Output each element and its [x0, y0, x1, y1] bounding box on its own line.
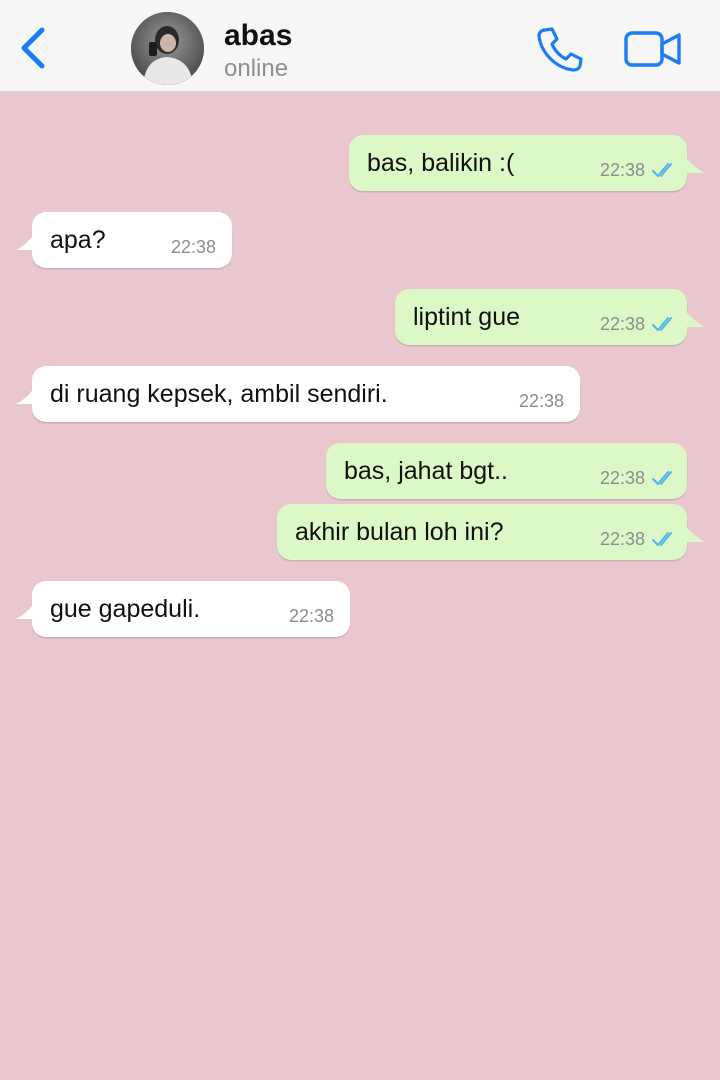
bubble-tail	[685, 311, 705, 327]
message-text: gue gapeduli.	[50, 595, 201, 623]
back-button[interactable]	[14, 24, 54, 72]
message-bubble-incoming[interactable]: apa? 22:38	[16, 212, 232, 268]
bubble-tail	[16, 388, 34, 404]
message-time: 22:38	[170, 237, 216, 257]
message-bubble-incoming[interactable]: gue gapeduli. 22:38	[16, 581, 350, 637]
message-text: di ruang kepsek, ambil sendiri.	[50, 380, 388, 408]
video-camera-icon	[624, 31, 681, 67]
avatar[interactable]	[131, 12, 204, 85]
bubble-tail	[16, 234, 34, 250]
read-receipt-icon	[652, 471, 672, 485]
read-receipt-icon	[652, 532, 672, 546]
bubble-tail	[685, 157, 705, 173]
video-call-button[interactable]	[624, 30, 682, 68]
message-time: 22:38	[599, 529, 645, 549]
message-time: 22:38	[599, 314, 645, 334]
chevron-left-icon	[21, 27, 45, 69]
message-text: apa?	[50, 226, 106, 254]
contact-status: online	[224, 55, 289, 82]
bubble-tail	[16, 603, 34, 619]
message-text: akhir bulan loh ini?	[295, 518, 504, 546]
bubble-tail	[685, 526, 705, 542]
contact-name[interactable]: abas	[224, 18, 292, 54]
message-bubble-incoming[interactable]: di ruang kepsek, ambil sendiri. 22:38	[16, 366, 580, 422]
read-receipt-icon	[652, 317, 672, 331]
phone-icon	[537, 27, 583, 72]
message-time: 22:38	[599, 468, 645, 488]
call-button[interactable]	[536, 26, 584, 72]
chat-header: abas online	[0, 0, 720, 92]
message-time: 22:38	[288, 606, 334, 626]
message-text: bas, jahat bgt..	[344, 457, 509, 485]
read-receipt-icon	[652, 163, 672, 177]
message-bubble-outgoing[interactable]: bas, jahat bgt.. 22:38	[326, 443, 687, 499]
message-bubble-outgoing[interactable]: liptint gue 22:38	[395, 289, 705, 345]
message-time: 22:38	[518, 391, 564, 411]
contact-photo	[131, 12, 204, 85]
message-bubble-outgoing[interactable]: bas, balikin :( 22:38	[349, 135, 705, 191]
message-time: 22:38	[599, 160, 645, 180]
message-bubble-outgoing[interactable]: akhir bulan loh ini? 22:38	[277, 504, 705, 560]
message-text: liptint gue	[413, 303, 521, 331]
message-text: bas, balikin :(	[367, 149, 515, 177]
